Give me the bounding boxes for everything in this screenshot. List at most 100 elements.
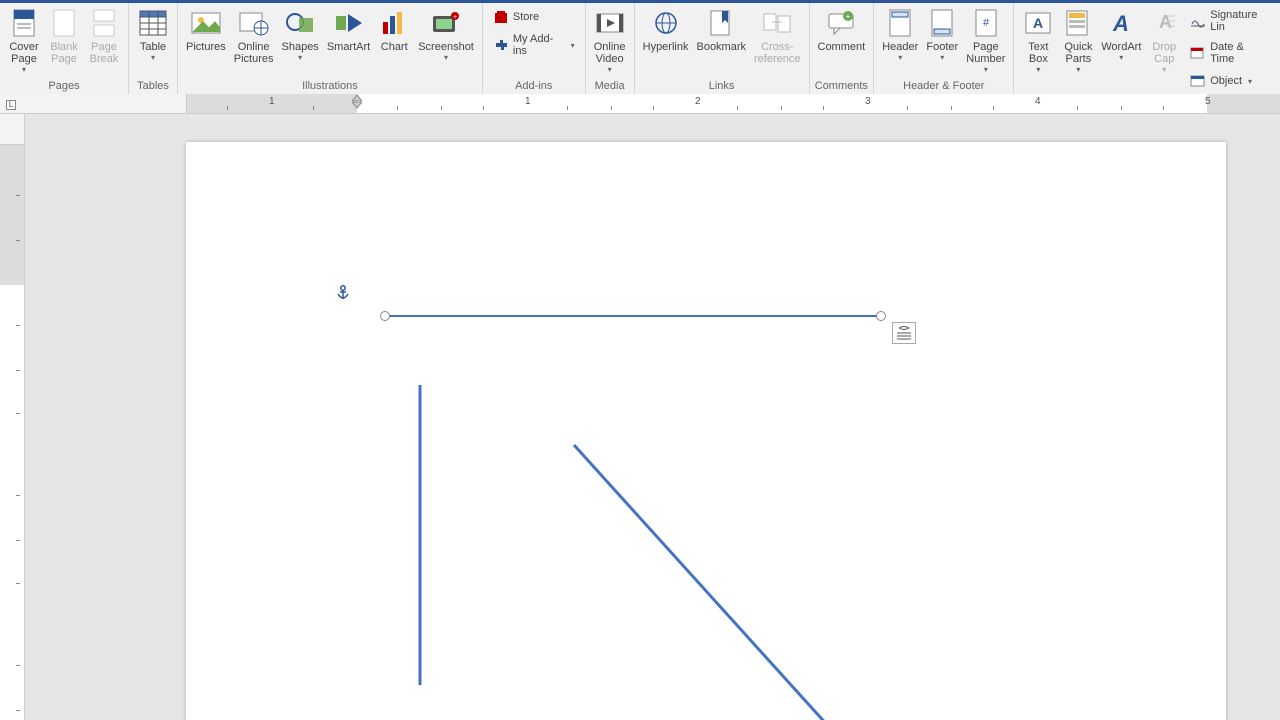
cover-page-label: Cover Page [9, 41, 38, 65]
hyperlink-label: Hyperlink [643, 41, 689, 53]
header-button[interactable]: Header ▾ [878, 5, 922, 65]
svg-text:#: # [983, 17, 990, 29]
group-comments-label: Comments [814, 79, 870, 94]
chart-icon [378, 7, 410, 39]
blank-page-label: Blank Page [50, 41, 78, 65]
svg-text:A: A [1033, 15, 1043, 31]
store-button[interactable]: Store [491, 7, 577, 27]
chevron-down-icon: ▾ [22, 66, 26, 75]
store-icon [493, 9, 509, 25]
diagonal-line-shape[interactable] [571, 442, 861, 720]
hanging-indent-marker[interactable] [352, 94, 362, 102]
svg-text:A: A [1112, 11, 1129, 36]
ribbon: Cover Page ▾ Blank Page Page Break Pages [0, 0, 1280, 94]
bookmark-label: Bookmark [696, 41, 746, 53]
page[interactable] [186, 142, 1226, 720]
date-time-label: Date & Time [1210, 41, 1270, 65]
smartart-button[interactable]: SmartArt [323, 5, 374, 55]
comment-button[interactable]: + Comment [814, 5, 870, 55]
group-illustrations-label: Illustrations [182, 79, 478, 94]
my-addins-label: My Add-ins [513, 33, 565, 57]
screenshot-button[interactable]: + Screenshot ▾ [414, 5, 478, 65]
pictures-button[interactable]: Pictures [182, 5, 230, 55]
object-button[interactable]: Object ▾ [1188, 71, 1272, 91]
horizontal-ruler-scale: 1 1 2 3 4 5 [186, 94, 1280, 113]
page-number-label: Page Number [966, 41, 1005, 65]
date-time-icon [1190, 45, 1206, 61]
my-addins-button[interactable]: My Add-ins ▾ [491, 31, 577, 59]
wordart-button[interactable]: A WordArt ▾ [1098, 5, 1144, 65]
pictures-label: Pictures [186, 41, 226, 53]
text-box-label: Text Box [1028, 41, 1048, 65]
bookmark-icon [705, 7, 737, 39]
chevron-down-icon: ▾ [1119, 54, 1123, 63]
page-break-label: Page Break [90, 41, 119, 65]
group-media-label: Media [590, 79, 630, 94]
online-pictures-button[interactable]: Online Pictures [230, 5, 278, 67]
page-break-icon [88, 7, 120, 39]
text-box-button[interactable]: A Text Box ▾ [1018, 5, 1058, 77]
table-icon [137, 7, 169, 39]
cover-page-icon [8, 7, 40, 39]
chevron-down-icon: ▾ [298, 54, 302, 63]
video-icon [594, 7, 626, 39]
horizontal-ruler[interactable]: L 1 1 2 3 4 5 [0, 94, 1280, 114]
date-time-button[interactable]: Date & Time [1188, 39, 1272, 67]
chevron-down-icon: ▾ [151, 54, 155, 63]
group-media: Online Video ▾ Media [586, 3, 635, 94]
drop-cap-button[interactable]: A Drop Cap ▾ [1144, 5, 1184, 77]
selected-line-shape[interactable] [378, 309, 888, 323]
vertical-ruler[interactable] [0, 114, 25, 720]
group-illustrations: Pictures Online Pictures Shapes ▾ Smart [178, 3, 483, 94]
signature-line-button[interactable]: Signature Lin [1188, 7, 1272, 35]
ruler-mark: 1 [525, 96, 531, 107]
smartart-label: SmartArt [327, 41, 370, 53]
cross-reference-label: Cross- reference [754, 41, 800, 65]
table-label: Table [140, 41, 166, 53]
first-line-indent-marker[interactable] [352, 102, 362, 110]
page-break-button[interactable]: Page Break [84, 5, 124, 67]
group-tables-label: Tables [133, 79, 173, 94]
online-pictures-label: Online Pictures [234, 41, 274, 65]
smartart-icon [333, 7, 365, 39]
tab-selector[interactable]: L [6, 100, 16, 110]
online-video-button[interactable]: Online Video ▾ [590, 5, 630, 77]
document-canvas[interactable] [25, 114, 1280, 720]
group-tables: Table ▾ Tables [129, 3, 178, 94]
ruler-mark: 1 [269, 96, 275, 107]
header-icon [884, 7, 916, 39]
page-number-button[interactable]: # Page Number ▾ [962, 5, 1009, 77]
vertical-line-shape[interactable] [417, 385, 423, 685]
group-comments: + Comment Comments [810, 3, 875, 94]
quick-parts-icon [1062, 7, 1094, 39]
chevron-down-icon: ▾ [1076, 66, 1080, 75]
cross-reference-button[interactable]: Cross- reference [750, 5, 804, 67]
table-button[interactable]: Table ▾ [133, 5, 173, 65]
group-pages: Cover Page ▾ Blank Page Page Break Pages [0, 3, 129, 94]
chart-label: Chart [381, 41, 408, 53]
shapes-icon [284, 7, 316, 39]
wordart-label: WordArt [1101, 41, 1141, 53]
group-addins-label: Add-ins [487, 79, 581, 94]
comment-icon: + [825, 7, 857, 39]
hyperlink-button[interactable]: Hyperlink [639, 5, 693, 55]
object-icon [1190, 73, 1206, 89]
layout-options-button[interactable] [892, 322, 916, 344]
footer-label: Footer [926, 41, 958, 53]
chevron-down-icon: ▾ [571, 41, 575, 50]
vertical-ruler-scale [0, 144, 24, 720]
svg-text:+: + [846, 12, 851, 21]
chevron-down-icon: ▾ [608, 66, 612, 75]
layout-options-icon [895, 325, 913, 341]
blank-page-button[interactable]: Blank Page [44, 5, 84, 67]
chevron-down-icon: ▾ [940, 54, 944, 63]
footer-button[interactable]: Footer ▾ [922, 5, 962, 65]
online-video-label: Online Video [594, 41, 626, 65]
shapes-button[interactable]: Shapes ▾ [278, 5, 323, 65]
cover-page-button[interactable]: Cover Page ▾ [4, 5, 44, 77]
chart-button[interactable]: Chart [374, 5, 414, 55]
group-addins: Store My Add-ins ▾ Add-ins [483, 3, 586, 94]
shapes-label: Shapes [282, 41, 319, 53]
quick-parts-button[interactable]: Quick Parts ▾ [1058, 5, 1098, 77]
bookmark-button[interactable]: Bookmark [692, 5, 750, 55]
